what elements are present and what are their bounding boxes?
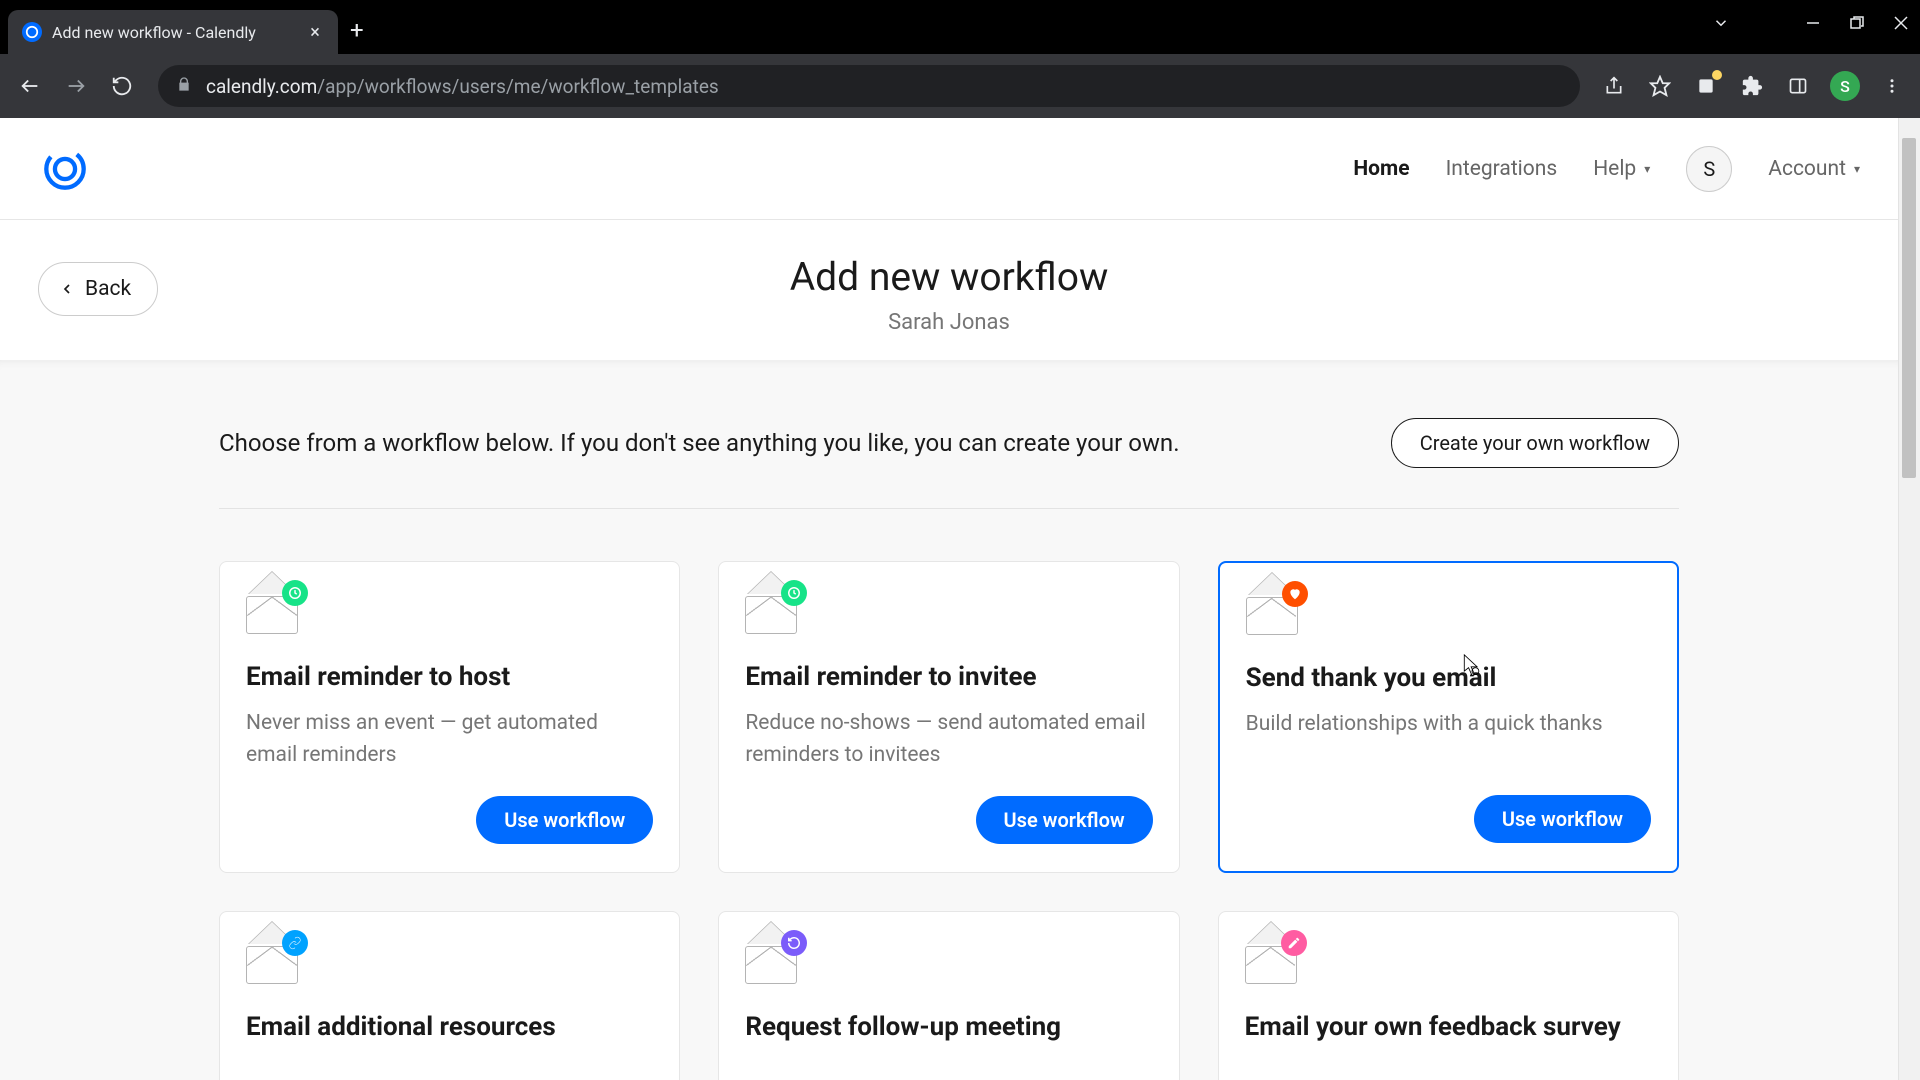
toolbar-icons: S <box>1600 71 1906 101</box>
card-icon <box>246 590 298 634</box>
header-nav: Home Integrations Help ▾ S Account ▾ <box>1353 146 1860 192</box>
subheader: Back Add new workflow Sarah Jonas <box>0 220 1898 360</box>
workflow-card[interactable]: Email reminder to invitee Reduce no-show… <box>718 561 1179 873</box>
scrollbar-track[interactable] <box>1898 118 1920 1080</box>
card-title: Email reminder to invitee <box>745 662 1152 692</box>
browser-toolbar: calendly.com/app/workflows/users/me/work… <box>0 54 1920 118</box>
calendly-favicon-icon <box>22 22 42 42</box>
use-workflow-button[interactable]: Use workflow <box>976 796 1153 844</box>
close-window-icon[interactable] <box>1894 14 1908 32</box>
card-description <box>246 1058 653 1080</box>
card-icon <box>1245 940 1297 984</box>
clock-icon <box>781 580 807 606</box>
intro-text: Choose from a workflow below. If you don… <box>219 429 1180 457</box>
browser-tab[interactable]: Add new workflow - Calendly × <box>8 10 338 54</box>
card-icon <box>246 940 298 984</box>
side-panel-icon[interactable] <box>1784 72 1812 100</box>
new-tab-button[interactable]: + <box>350 16 364 44</box>
bookmark-star-icon[interactable] <box>1646 72 1674 100</box>
chevron-down-icon: ▾ <box>1644 162 1650 176</box>
card-title: Email additional resources <box>246 1012 653 1042</box>
card-title: Email reminder to host <box>246 662 653 692</box>
nav-account[interactable]: Account ▾ <box>1768 157 1860 181</box>
tab-title: Add new workflow - Calendly <box>52 23 296 42</box>
app-header: Home Integrations Help ▾ S Account ▾ <box>0 118 1898 220</box>
share-icon[interactable] <box>1600 72 1628 100</box>
card-title: Request follow-up meeting <box>745 1012 1152 1042</box>
profile-avatar[interactable]: S <box>1830 71 1860 101</box>
card-icon <box>745 940 797 984</box>
workflow-card[interactable]: Email reminder to host Never miss an eve… <box>219 561 680 873</box>
workflow-card[interactable]: Email additional resources <box>219 911 680 1080</box>
nav-home[interactable]: Home <box>1353 157 1409 181</box>
heart-icon <box>1282 581 1308 607</box>
extension-icon[interactable] <box>1692 72 1720 100</box>
tab-close-icon[interactable]: × <box>306 23 324 41</box>
card-description: Never miss an event — get automated emai… <box>246 708 653 776</box>
link-icon <box>282 930 308 956</box>
back-button[interactable]: Back <box>38 262 158 316</box>
card-title: Send thank you email <box>1246 663 1651 693</box>
workflow-card[interactable]: Email your own feedback survey <box>1218 911 1679 1080</box>
scrollbar-thumb[interactable] <box>1902 138 1916 478</box>
chevron-left-icon <box>59 281 75 297</box>
pencil-icon <box>1281 930 1307 956</box>
lock-icon <box>176 76 192 96</box>
card-title: Email your own feedback survey <box>1245 1012 1652 1042</box>
workflow-cards-grid: Email reminder to host Never miss an eve… <box>219 561 1679 1080</box>
chevron-down-icon: ▾ <box>1854 162 1860 176</box>
minimize-icon[interactable] <box>1806 14 1820 32</box>
workflow-card[interactable]: Request follow-up meeting <box>718 911 1179 1080</box>
url-bar[interactable]: calendly.com/app/workflows/users/me/work… <box>158 65 1580 107</box>
card-description <box>1245 1058 1652 1080</box>
user-avatar[interactable]: S <box>1686 146 1732 192</box>
tab-bar: Add new workflow - Calendly × + <box>0 0 1920 54</box>
url-text: calendly.com/app/workflows/users/me/work… <box>206 75 719 98</box>
card-icon <box>745 590 797 634</box>
intro-row: Choose from a workflow below. If you don… <box>219 418 1679 509</box>
back-icon[interactable] <box>14 70 46 102</box>
nav-integrations[interactable]: Integrations <box>1446 157 1558 181</box>
window-controls <box>1712 14 1908 32</box>
card-icon <box>1246 591 1298 635</box>
content-area: Choose from a workflow below. If you don… <box>0 360 1898 1080</box>
browser-chrome: Add new workflow - Calendly × + <box>0 0 1920 118</box>
use-workflow-button[interactable]: Use workflow <box>1474 795 1651 843</box>
tab-search-icon[interactable] <box>1712 14 1730 32</box>
refresh-icon <box>781 930 807 956</box>
workflow-card[interactable]: Send thank you email Build relationships… <box>1218 561 1679 873</box>
card-description: Reduce no-shows — send automated email r… <box>745 708 1152 776</box>
create-workflow-button[interactable]: Create your own workflow <box>1391 418 1679 468</box>
extensions-puzzle-icon[interactable] <box>1738 72 1766 100</box>
page-title: Add new workflow <box>0 254 1898 300</box>
card-description <box>745 1058 1152 1080</box>
nav-help[interactable]: Help ▾ <box>1593 157 1650 181</box>
reload-icon[interactable] <box>106 70 138 102</box>
menu-dots-icon[interactable] <box>1878 72 1906 100</box>
maximize-icon[interactable] <box>1850 14 1864 32</box>
calendly-logo[interactable] <box>38 142 92 196</box>
clock-icon <box>282 580 308 606</box>
page-viewport: Home Integrations Help ▾ S Account ▾ Bac… <box>0 118 1920 1080</box>
use-workflow-button[interactable]: Use workflow <box>476 796 653 844</box>
forward-icon[interactable] <box>60 70 92 102</box>
card-description: Build relationships with a quick thanks <box>1246 709 1651 775</box>
page-subtitle: Sarah Jonas <box>0 310 1898 335</box>
